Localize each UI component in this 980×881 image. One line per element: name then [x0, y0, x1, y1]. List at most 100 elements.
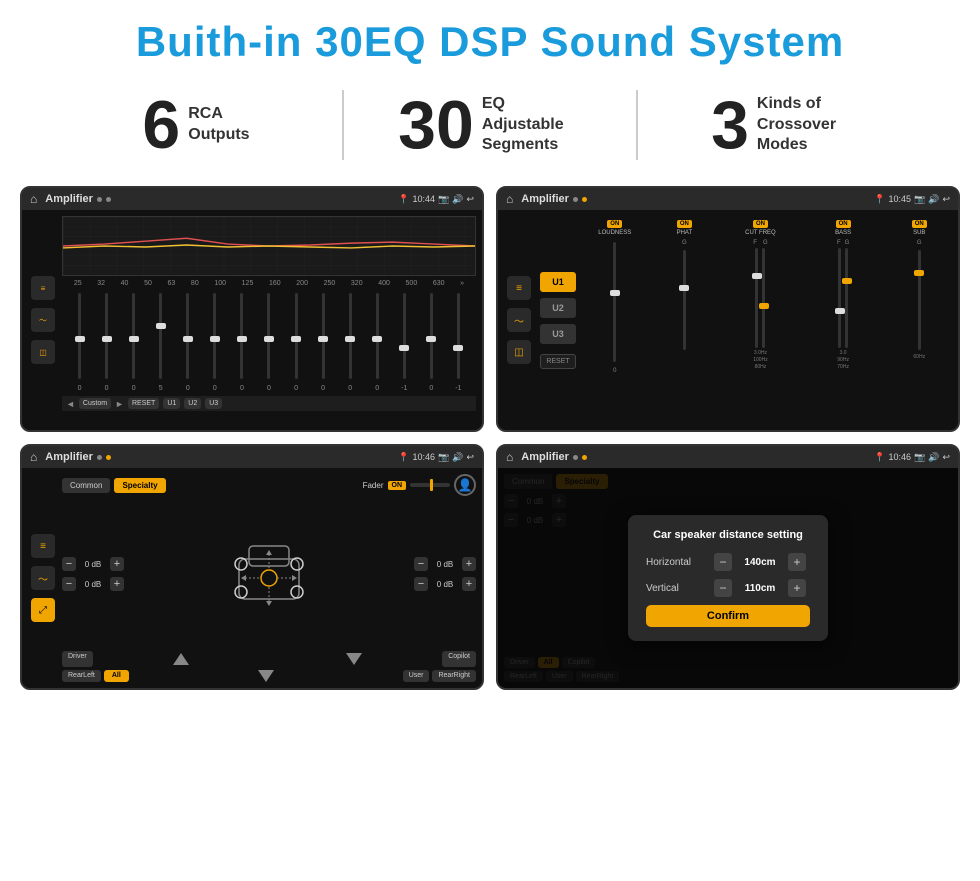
cutfreq-on[interactable]: ON: [753, 220, 768, 228]
reset-btn[interactable]: RESET: [128, 398, 159, 409]
eq-icon-3[interactable]: ◫: [31, 340, 55, 364]
common-tab[interactable]: Common: [62, 478, 110, 493]
eq-slider-12[interactable]: [376, 293, 379, 379]
plus-btn-4[interactable]: +: [462, 577, 476, 591]
eq-sidebar: ≡ 〜 ◫: [28, 216, 58, 424]
cx-icon-3[interactable]: ◫: [507, 340, 531, 364]
camera-icon: 📷: [438, 194, 449, 205]
phat-slider[interactable]: [683, 250, 686, 350]
sub-slider[interactable]: [918, 250, 921, 350]
eq-slider-10[interactable]: [322, 293, 325, 379]
home-icon-1[interactable]: ⌂: [30, 192, 37, 206]
freq-500: 500: [406, 280, 418, 287]
back-icon[interactable]: ↩: [466, 194, 474, 205]
home-icon-3[interactable]: ⌂: [30, 450, 37, 464]
eq-slider-9[interactable]: [295, 293, 298, 379]
minus-btn-1[interactable]: −: [62, 557, 76, 571]
fd-arrow-left[interactable]: [96, 651, 266, 667]
cutfreq-slider-2[interactable]: [762, 248, 765, 348]
fd-center-arrow-down[interactable]: [132, 670, 400, 682]
cutfreq-slider-1[interactable]: [755, 248, 758, 348]
phat-on[interactable]: ON: [677, 220, 692, 228]
u1-preset[interactable]: U1: [540, 272, 576, 292]
plus-btn-1[interactable]: +: [110, 557, 124, 571]
fd-icon-3[interactable]: ⤢: [31, 598, 55, 622]
loudness-slider[interactable]: [613, 242, 616, 362]
u2-preset[interactable]: U2: [540, 298, 576, 318]
fd-sidebar: ≡ 〜 ⤢: [28, 474, 58, 682]
eq-slider-15[interactable]: [457, 293, 460, 379]
bass-on[interactable]: ON: [836, 220, 851, 228]
rearright-btn[interactable]: RearRight: [432, 670, 476, 682]
driver-btn[interactable]: Driver: [62, 651, 93, 667]
minus-btn-4[interactable]: −: [414, 577, 428, 591]
eq-slider-14[interactable]: [430, 293, 433, 379]
vertical-plus[interactable]: +: [788, 579, 806, 597]
u3-preset[interactable]: U3: [540, 324, 576, 344]
specialty-tab[interactable]: Specialty: [114, 478, 165, 493]
cx-icon-1[interactable]: ≡: [507, 276, 531, 300]
cx-ch-loudness: ON LOUDNESS 0: [582, 220, 648, 374]
eq-icon-2[interactable]: 〜: [31, 308, 55, 332]
copilot-btn[interactable]: Copilot: [442, 651, 476, 667]
eq-slider-8[interactable]: [267, 293, 270, 379]
eq-slider-6[interactable]: [213, 293, 216, 379]
u1-btn[interactable]: U1: [163, 398, 180, 409]
fd-bottom-btns-2: RearLeft All User RearRight: [62, 670, 476, 682]
status-dot-3: [573, 197, 578, 202]
u2-btn[interactable]: U2: [184, 398, 201, 409]
eq-slider-7[interactable]: [240, 293, 243, 379]
prev-arrow[interactable]: ◄: [66, 399, 75, 409]
eq-slider-11[interactable]: [349, 293, 352, 379]
db-val-3: 0 dB: [431, 560, 459, 569]
bass-slider-2[interactable]: [845, 248, 848, 348]
fader-track[interactable]: [410, 483, 450, 487]
val-0-4: 0: [181, 385, 195, 392]
vertical-minus[interactable]: −: [714, 579, 732, 597]
loudness-on[interactable]: ON: [607, 220, 622, 228]
confirm-button[interactable]: Confirm: [646, 605, 810, 627]
rearleft-btn[interactable]: RearLeft: [62, 670, 101, 682]
dialog-box: Car speaker distance setting Horizontal …: [628, 515, 828, 641]
eq-slider-2[interactable]: [105, 293, 108, 379]
plus-btn-2[interactable]: +: [110, 577, 124, 591]
eq-icon-1[interactable]: ≡: [31, 276, 55, 300]
minus-btn-2[interactable]: −: [62, 577, 76, 591]
back-icon-4[interactable]: ↩: [942, 452, 950, 463]
plus-btn-3[interactable]: +: [462, 557, 476, 571]
user-btn[interactable]: User: [403, 670, 430, 682]
vertical-label: Vertical: [646, 583, 706, 594]
back-icon-3[interactable]: ↩: [466, 452, 474, 463]
custom-preset[interactable]: Custom: [79, 398, 111, 409]
home-icon-2[interactable]: ⌂: [506, 192, 513, 206]
status-dot-4: [582, 197, 587, 202]
fd-icon-1[interactable]: ≡: [31, 534, 55, 558]
fd-icon-2[interactable]: 〜: [31, 566, 55, 590]
horizontal-minus[interactable]: −: [714, 553, 732, 571]
minus-btn-3[interactable]: −: [414, 557, 428, 571]
eq-slider-1[interactable]: [78, 293, 81, 379]
sub-on[interactable]: ON: [912, 220, 927, 228]
home-icon-4[interactable]: ⌂: [506, 450, 513, 464]
fd-left-controls: − 0 dB + − 0 dB +: [62, 557, 124, 591]
eq-slider-5[interactable]: [186, 293, 189, 379]
eq-slider-13[interactable]: [403, 293, 406, 379]
time-2: 10:45: [888, 194, 911, 204]
val-0-9: 0: [316, 385, 330, 392]
all-btn[interactable]: All: [104, 670, 129, 682]
eq-slider-3[interactable]: [132, 293, 135, 379]
camera-icon-4: 📷: [914, 452, 925, 463]
bass-slider-1[interactable]: [838, 248, 841, 348]
status-dot-1: [97, 197, 102, 202]
back-icon-2[interactable]: ↩: [942, 194, 950, 205]
fader-on-btn[interactable]: ON: [388, 481, 407, 490]
horizontal-plus[interactable]: +: [788, 553, 806, 571]
next-arrow[interactable]: ►: [115, 399, 124, 409]
eq-slider-4[interactable]: [159, 293, 162, 379]
u3-btn[interactable]: U3: [205, 398, 222, 409]
cx-icon-2[interactable]: 〜: [507, 308, 531, 332]
reset-btn-2[interactable]: RESET: [540, 354, 576, 369]
val-neg1-2: -1: [451, 385, 465, 392]
user-avatar[interactable]: 👤: [454, 474, 476, 496]
fd-arrow-down[interactable]: [269, 651, 439, 667]
